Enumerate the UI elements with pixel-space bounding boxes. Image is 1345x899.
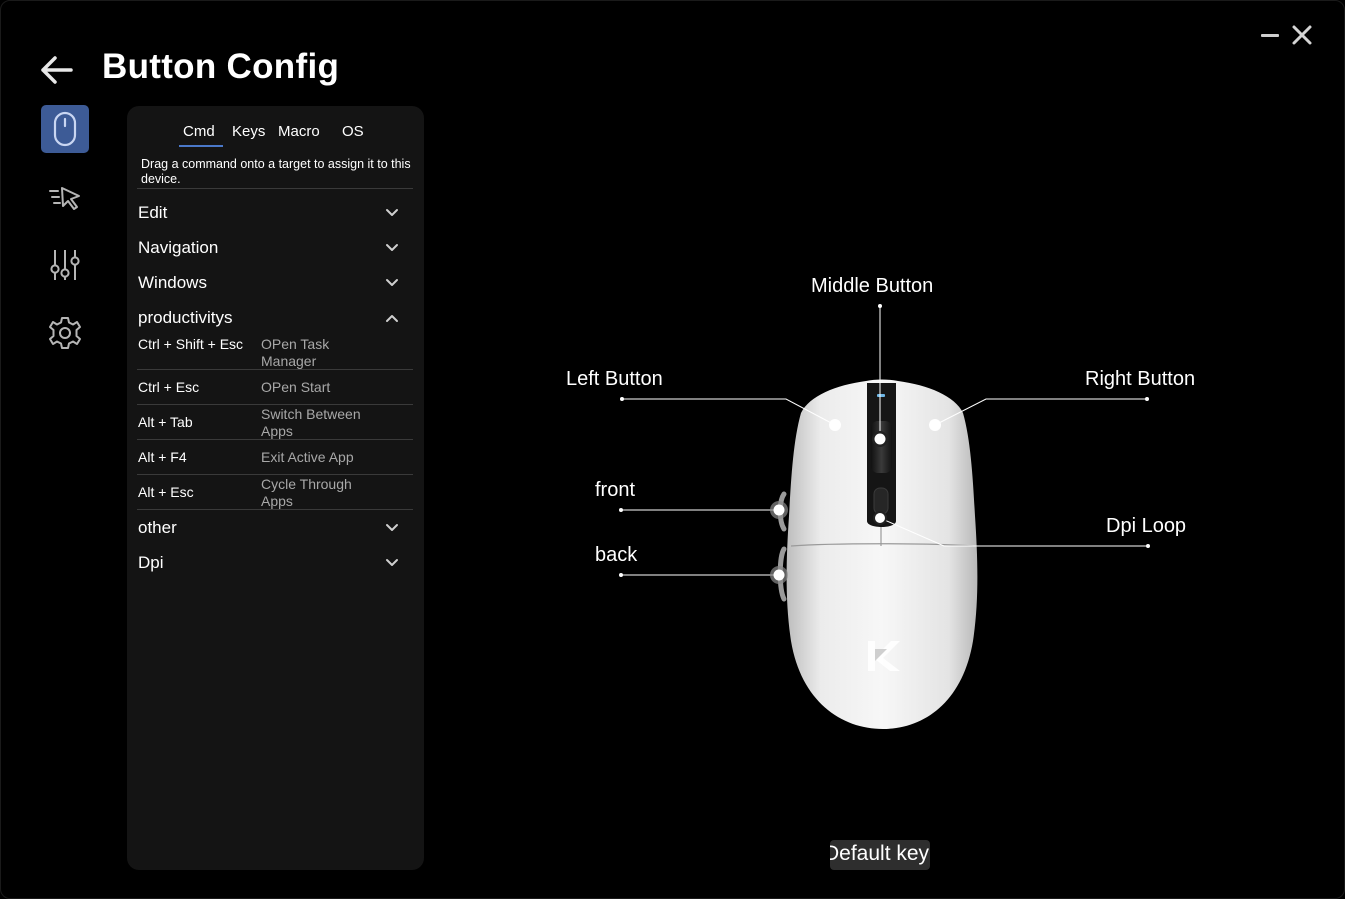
dpi-loop-label[interactable]: Dpi Loop bbox=[1106, 515, 1186, 538]
app-window: Button Config Cmd Keys Macro OS Drag a c… bbox=[0, 0, 1345, 899]
front-button-label[interactable]: front bbox=[595, 479, 635, 502]
dpi-loop-end-dot bbox=[1146, 544, 1150, 548]
right-button-end-dot bbox=[1145, 397, 1149, 401]
front-button-end-dot bbox=[619, 508, 623, 512]
dpi-loop-target[interactable] bbox=[875, 513, 885, 523]
back-button-target[interactable] bbox=[773, 569, 785, 581]
right-button-label[interactable]: Right Button bbox=[1085, 368, 1195, 391]
default-key-button[interactable]: Default key bbox=[830, 840, 930, 870]
middle-button-target[interactable] bbox=[874, 433, 886, 445]
middle-button-end-dot bbox=[878, 304, 882, 308]
middle-button-label[interactable]: Middle Button bbox=[811, 275, 933, 298]
back-button-label[interactable]: back bbox=[595, 544, 637, 567]
mouse-diagram bbox=[619, 304, 1150, 729]
front-button-target[interactable] bbox=[773, 504, 785, 516]
right-button-target[interactable] bbox=[929, 419, 941, 431]
left-button-end-dot bbox=[620, 397, 624, 401]
left-button-target[interactable] bbox=[829, 419, 841, 431]
back-button-end-dot bbox=[619, 573, 623, 577]
left-button-label[interactable]: Left Button bbox=[566, 368, 663, 391]
default-key-label: Default key bbox=[830, 842, 930, 865]
